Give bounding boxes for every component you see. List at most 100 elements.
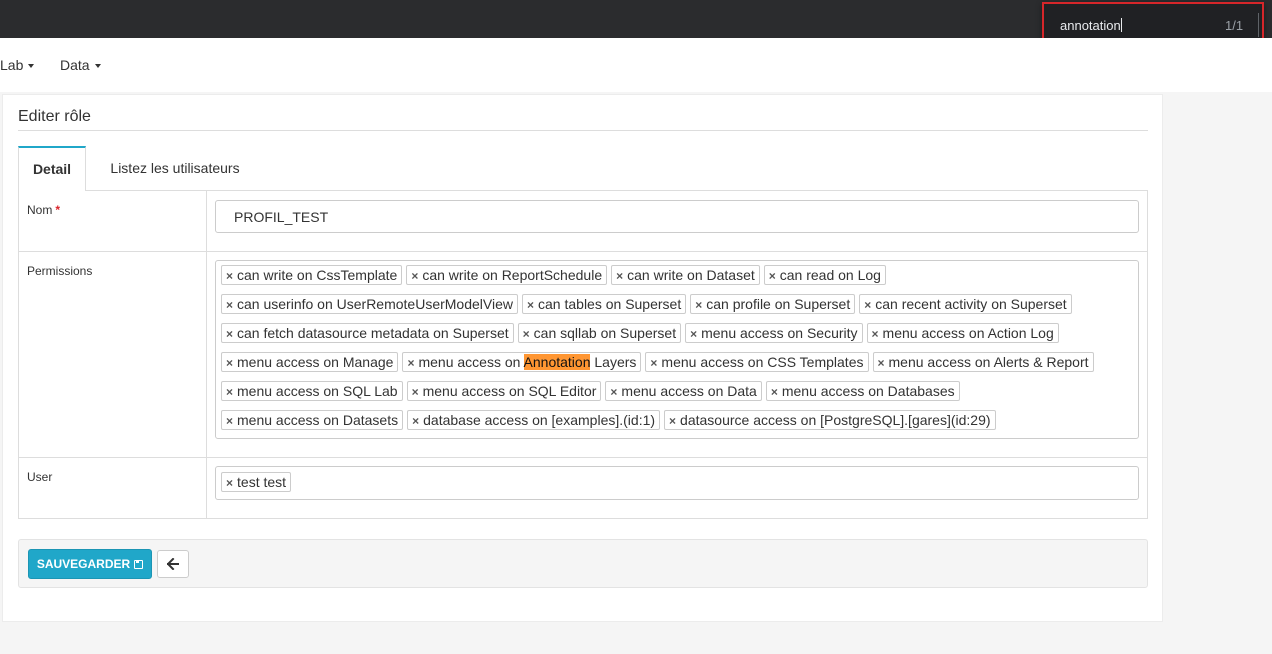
selected-tag: × menu access on Alerts & Report bbox=[872, 352, 1094, 372]
form-row-name: Nom * PROFIL_TEST bbox=[19, 191, 1147, 252]
find-match-highlight: Annotation bbox=[523, 354, 591, 370]
tag-label: menu access on Security bbox=[701, 325, 858, 341]
tag-line: × can fetch datasource metadata on Supers… bbox=[221, 323, 1134, 352]
remove-tag-icon[interactable]: × bbox=[650, 356, 657, 370]
remove-tag-icon[interactable]: × bbox=[226, 414, 233, 428]
name-input[interactable]: PROFIL_TEST bbox=[215, 200, 1139, 233]
remove-tag-icon[interactable]: × bbox=[411, 269, 418, 283]
tag-label: can tables on Superset bbox=[538, 296, 682, 312]
navbar: Lab Data bbox=[0, 38, 1272, 92]
user-tag-list: × test test bbox=[221, 472, 1134, 492]
nav-menu-lab[interactable]: Lab bbox=[0, 57, 35, 73]
remove-tag-icon[interactable]: × bbox=[769, 269, 776, 283]
floppy-disk-icon bbox=[134, 560, 144, 569]
selected-tag: × can tables on Superset bbox=[522, 294, 687, 314]
selected-tag: × datasource access on [PostgreSQL].[gare… bbox=[664, 410, 996, 430]
tag-label: can sqllab on Superset bbox=[533, 325, 677, 341]
form-actions: SAUVEGARDER bbox=[18, 539, 1148, 588]
tag-label: test test bbox=[237, 474, 287, 490]
tab-users-list[interactable]: Listez les utilisateurs bbox=[92, 146, 258, 191]
form-row-permissions: Permissions × can write on CssTemplate × ca… bbox=[19, 252, 1147, 458]
permissions-multiselect[interactable]: × can write on CssTemplate × can write on R… bbox=[215, 260, 1139, 439]
selected-tag: × can profile on Superset bbox=[690, 294, 856, 314]
tag-label: can recent activity on Superset bbox=[875, 296, 1067, 312]
permissions-tag-list: × can write on CssTemplate × can write on R… bbox=[221, 265, 1134, 439]
label-cell: User bbox=[19, 458, 207, 519]
tag-line: × menu access on SQL Lab × menu access on S… bbox=[221, 381, 1134, 410]
caret-down-icon bbox=[94, 64, 101, 68]
remove-tag-icon[interactable]: × bbox=[523, 327, 530, 341]
selected-tag: × menu access on Databases bbox=[765, 381, 960, 401]
remove-tag-icon[interactable]: × bbox=[610, 385, 617, 399]
form-row-user: User × test test bbox=[19, 458, 1147, 519]
user-label: User bbox=[27, 470, 53, 484]
tag-label: menu access on SQL Lab bbox=[237, 383, 398, 399]
role-form: Nom * PROFIL_TEST Permissions × can write … bbox=[18, 191, 1148, 519]
page-title: Editer rôle bbox=[18, 108, 91, 125]
selected-tag: × menu access on Action Log bbox=[866, 323, 1059, 343]
remove-tag-icon[interactable]: × bbox=[226, 269, 233, 283]
save-button-label: SAUVEGARDER bbox=[36, 557, 131, 571]
remove-tag-icon[interactable]: × bbox=[412, 385, 419, 399]
remove-tag-icon[interactable]: × bbox=[226, 476, 233, 490]
find-match-count: 1/1 bbox=[1225, 18, 1244, 33]
remove-tag-icon[interactable]: × bbox=[872, 327, 879, 341]
remove-tag-icon[interactable]: × bbox=[226, 298, 233, 312]
tag-line: × menu access on Datasets × database access… bbox=[221, 410, 1134, 439]
tag-label: can profile on Superset bbox=[706, 296, 851, 312]
remove-tag-icon[interactable]: × bbox=[669, 414, 676, 428]
user-multiselect[interactable]: × test test bbox=[215, 466, 1139, 500]
label-cell: Permissions bbox=[19, 252, 207, 457]
remove-tag-icon[interactable]: × bbox=[690, 327, 697, 341]
tag-label: menu access on Action Log bbox=[882, 325, 1054, 341]
title-divider bbox=[18, 130, 1148, 131]
tag-label: menu access on SQL Editor bbox=[422, 383, 597, 399]
arrow-left-icon bbox=[166, 557, 179, 571]
selected-tag: × menu access on Annotation Layers bbox=[402, 352, 642, 372]
selected-tag: × can write on Dataset bbox=[611, 265, 760, 285]
selected-tag: × menu access on Data bbox=[605, 381, 762, 401]
remove-tag-icon[interactable]: × bbox=[407, 356, 414, 370]
selected-tag: × menu access on SQL Editor bbox=[406, 381, 602, 401]
page-background bbox=[1163, 92, 1272, 654]
nav-menu-data-label: Data bbox=[60, 57, 90, 73]
tag-label: can write on ReportSchedule bbox=[422, 267, 603, 283]
selected-tag: × can fetch datasource metadata on Supers… bbox=[221, 323, 514, 343]
tag-label: menu access on Datasets bbox=[237, 412, 399, 428]
tag-label: menu access on Data bbox=[621, 383, 757, 399]
selected-tag: × menu access on CSS Templates bbox=[645, 352, 869, 372]
label-cell: Nom * bbox=[19, 191, 207, 251]
remove-tag-icon[interactable]: × bbox=[771, 385, 778, 399]
tag-label: menu access on Manage bbox=[237, 354, 394, 370]
selected-tag: × menu access on Security bbox=[685, 323, 863, 343]
tab-bar: Detail Listez les utilisateurs bbox=[18, 146, 1148, 191]
nav-menu-lab-label: Lab bbox=[0, 57, 24, 73]
selected-tag: × database access on [examples].(id:1) bbox=[407, 410, 661, 430]
find-input[interactable]: annotation bbox=[1060, 18, 1122, 33]
remove-tag-icon[interactable]: × bbox=[226, 356, 233, 370]
name-label-text: Nom bbox=[27, 203, 53, 217]
remove-tag-icon[interactable]: × bbox=[226, 385, 233, 399]
selected-tag: × menu access on Datasets bbox=[221, 410, 404, 430]
remove-tag-icon[interactable]: × bbox=[412, 414, 419, 428]
edit-role-panel: Editer rôle Detail Listez les utilisateu… bbox=[2, 94, 1163, 622]
tag-label: menu access on CSS Templates bbox=[661, 354, 864, 370]
name-label: Nom * bbox=[27, 203, 60, 217]
remove-tag-icon[interactable]: × bbox=[695, 298, 702, 312]
selected-tag: × can userinfo on UserRemoteUserModelView bbox=[221, 294, 518, 314]
name-input-value: PROFIL_TEST bbox=[234, 209, 329, 225]
nav-menu-data[interactable]: Data bbox=[60, 57, 101, 73]
save-button[interactable]: SAUVEGARDER bbox=[28, 549, 152, 579]
remove-tag-icon[interactable]: × bbox=[616, 269, 623, 283]
tab-detail[interactable]: Detail bbox=[18, 146, 86, 191]
remove-tag-icon[interactable]: × bbox=[226, 327, 233, 341]
remove-tag-icon[interactable]: × bbox=[527, 298, 534, 312]
back-button[interactable] bbox=[157, 550, 189, 578]
tag-label: database access on [examples].(id:1) bbox=[423, 412, 656, 428]
selected-tag: × menu access on Manage bbox=[221, 352, 399, 372]
remove-tag-icon[interactable]: × bbox=[878, 356, 885, 370]
selected-tag: × can sqllab on Superset bbox=[517, 323, 682, 343]
remove-tag-icon[interactable]: × bbox=[864, 298, 871, 312]
tag-label: can write on CssTemplate bbox=[237, 267, 398, 283]
tag-label: can write on Dataset bbox=[627, 267, 755, 283]
